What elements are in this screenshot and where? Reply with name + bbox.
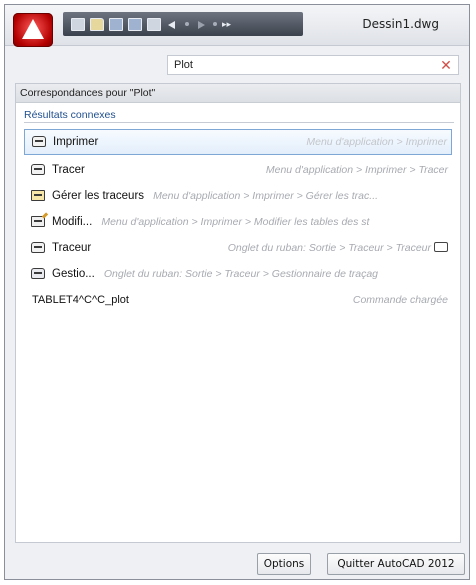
result-item-imprimer[interactable]: Imprimer Menu d'application > Imprimer — [24, 129, 452, 155]
application-button[interactable] — [13, 13, 53, 47]
result-label: Gérer les traceurs — [52, 190, 145, 202]
result-item-tracer[interactable]: Tracer Menu d'application > Imprimer > T… — [24, 159, 452, 181]
quick-access-toolbar: ▸▸ Dessin1.dwg — [5, 5, 469, 47]
redo-dropdown-icon[interactable] — [213, 22, 217, 26]
undo-icon[interactable] — [166, 18, 180, 31]
result-label: Modifi... — [52, 216, 93, 228]
clear-search-icon[interactable]: ✕ — [438, 57, 454, 73]
result-path: Menu d'application > Imprimer — [306, 136, 447, 148]
result-item-gerer-traceurs[interactable]: Gérer les traceurs Menu d'application > … — [24, 185, 452, 207]
search-results: Correspondances pour "Plot" Résultats co… — [15, 83, 461, 543]
search-input[interactable] — [174, 58, 424, 72]
result-item-traceur[interactable]: Traceur Onglet du ruban: Sortie > Traceu… — [24, 237, 452, 259]
quick-access-buttons: ▸▸ — [63, 12, 303, 36]
plotter-manager-icon — [31, 190, 45, 201]
quit-autocad-button[interactable]: Quitter AutoCAD 2012 — [327, 553, 465, 575]
new-file-icon[interactable] — [71, 17, 85, 31]
results-header: Correspondances pour "Plot" — [16, 84, 460, 103]
save-icon[interactable] — [109, 17, 123, 31]
redo-icon[interactable] — [194, 18, 208, 31]
result-label: Tracer — [52, 164, 85, 176]
result-path: Menu d'application > Imprimer > Modifier… — [101, 216, 370, 228]
undo-dropdown-icon[interactable] — [185, 22, 189, 26]
result-path: Onglet du ruban: Sortie > Traceur > Gest… — [103, 268, 379, 280]
result-item-modifier[interactable]: Modifi... Menu d'application > Imprimer … — [24, 211, 452, 233]
plot-button-icon — [434, 242, 448, 253]
save-as-icon[interactable] — [128, 17, 142, 31]
result-path: Menu d'application > Imprimer > Tracer — [265, 164, 448, 176]
print-icon[interactable] — [147, 17, 161, 31]
result-path: Commande chargée — [352, 294, 448, 306]
result-label: Traceur — [52, 242, 92, 254]
result-path: Onglet du ruban: Sortie > Traceur > Trac… — [227, 242, 431, 254]
printer-icon — [31, 164, 45, 175]
result-path-with-icon: Onglet du ruban: Sortie > Traceur > Trac… — [228, 237, 448, 259]
result-label: TABLET4^C^C_plot — [32, 294, 129, 306]
options-button[interactable]: Options — [257, 553, 311, 575]
printer-icon — [32, 136, 46, 147]
edit-plot-style-icon — [31, 216, 45, 227]
open-folder-icon[interactable] — [90, 17, 104, 31]
result-label: Imprimer — [53, 136, 99, 148]
section-label-related: Résultats connexes — [24, 109, 116, 121]
result-item-command[interactable]: TABLET4^C^C_plot Commande chargée — [24, 289, 452, 311]
autocad-logo-icon — [22, 19, 44, 39]
result-label: Gestio... — [52, 268, 95, 280]
printer-icon — [31, 242, 45, 253]
document-title: Dessin1.dwg — [362, 17, 439, 31]
section-divider — [24, 122, 454, 123]
search-box[interactable]: ✕ — [167, 55, 459, 75]
customize-toolbar-icon[interactable]: ▸▸ — [222, 18, 232, 31]
plotter-manager-icon — [31, 268, 45, 279]
result-item-gestionnaire[interactable]: Gestio... Onglet du ruban: Sortie > Trac… — [24, 263, 452, 285]
result-path: Menu d'application > Imprimer > Gérer le… — [153, 190, 379, 202]
application-menu: ▸▸ Dessin1.dwg ✕ Correspondances pour "P… — [4, 4, 470, 580]
